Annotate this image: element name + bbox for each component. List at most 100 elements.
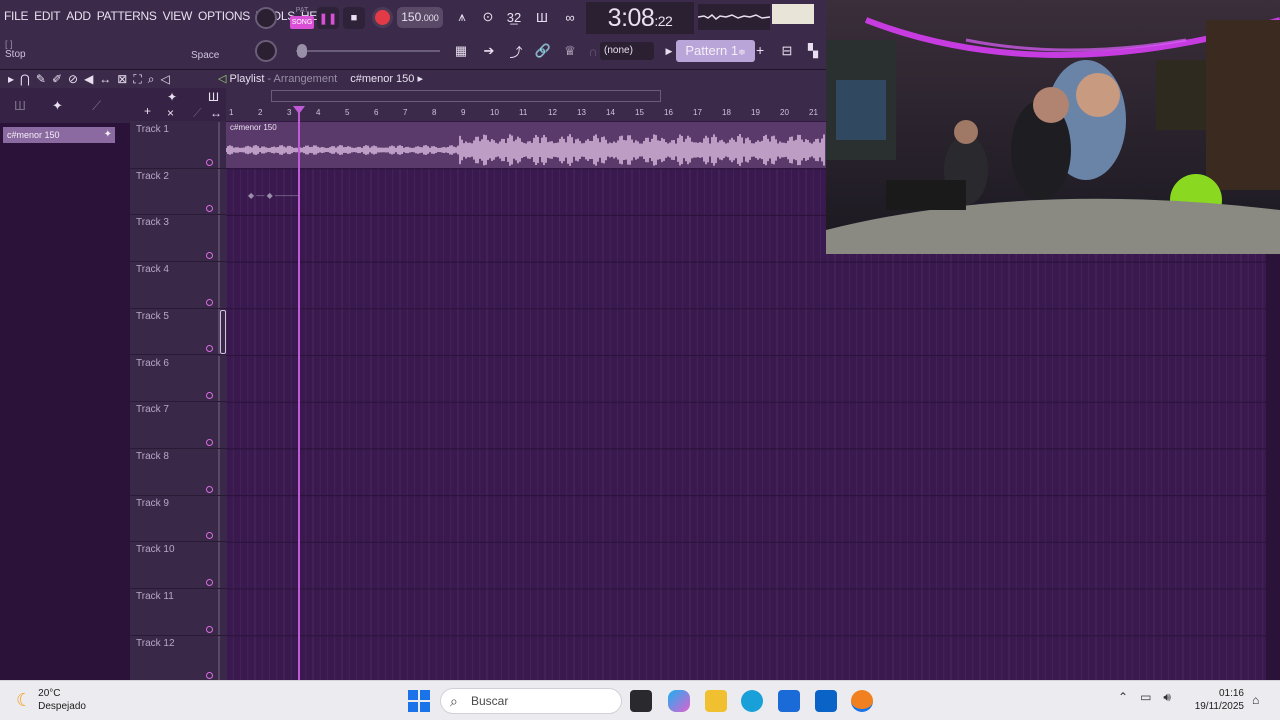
taskbar-clock[interactable]: 01:16 19/11/2025 bbox=[1188, 687, 1244, 713]
slip-icon[interactable]: ↔ bbox=[99, 72, 111, 87]
scroll-thumb[interactable] bbox=[271, 90, 661, 102]
fl-studio-icon[interactable] bbox=[851, 690, 873, 712]
store-icon[interactable] bbox=[778, 690, 800, 712]
master-pitch-knob[interactable] bbox=[255, 40, 277, 62]
volume-icon[interactable]: 🔊︎ bbox=[1163, 690, 1171, 705]
network-icon[interactable]: ▭ bbox=[1140, 690, 1151, 705]
countdown-icon[interactable]: 3̲2 bbox=[503, 6, 525, 28]
chevron-up-icon[interactable]: ⌃ bbox=[1118, 690, 1128, 705]
picker-audio-icon[interactable]: ✦ bbox=[52, 98, 63, 114]
picker-patterns-icon[interactable]: Ш bbox=[14, 98, 26, 113]
play-arrow-icon[interactable]: ▸ bbox=[8, 72, 14, 87]
slice-icon[interactable]: ⊠ bbox=[117, 72, 127, 87]
start-button[interactable] bbox=[408, 690, 430, 712]
track-mute-toggle[interactable] bbox=[206, 672, 213, 680]
track-header[interactable]: Track 1 bbox=[130, 122, 226, 169]
task-view-icon[interactable] bbox=[630, 690, 652, 712]
track-header[interactable]: Track 3 bbox=[130, 215, 226, 263]
step-edit-icon[interactable]: Ш bbox=[531, 6, 553, 28]
track-mute-toggle[interactable] bbox=[206, 578, 213, 586]
select-icon[interactable]: ⛶ bbox=[133, 72, 141, 87]
loop-record-icon[interactable]: ∞ bbox=[559, 6, 581, 28]
notification-icon[interactable]: ⌂ bbox=[1252, 693, 1259, 707]
master-pitch-slider[interactable] bbox=[297, 44, 307, 58]
track-header[interactable]: Track 7 bbox=[130, 402, 226, 449]
track-mute-toggle[interactable] bbox=[206, 252, 213, 260]
edge-icon[interactable] bbox=[741, 690, 763, 712]
link-icon[interactable]: 🔗 bbox=[532, 40, 554, 62]
menu-add[interactable]: ADD bbox=[66, 9, 91, 23]
track-header[interactable]: Track 11 bbox=[130, 589, 226, 636]
song-time-display[interactable]: 3:08:22 bbox=[586, 2, 694, 34]
playback-icon[interactable]: ◁ bbox=[161, 72, 170, 87]
vertical-scrollbar[interactable] bbox=[1266, 254, 1280, 680]
weather-widget[interactable]: ☾ 20°C Despejado bbox=[16, 687, 86, 713]
track-mute-toggle[interactable] bbox=[206, 485, 213, 493]
channel-rack-icon[interactable]: ▚ bbox=[802, 40, 824, 62]
automation-track-icon[interactable]: ⟋ bbox=[193, 106, 201, 121]
metronome-icon[interactable]: ⩚ bbox=[451, 6, 473, 28]
menu-patterns[interactable]: PATTERNS bbox=[97, 9, 157, 23]
track-mute-toggle[interactable] bbox=[206, 158, 213, 166]
menu-file[interactable]: FILE bbox=[4, 9, 28, 23]
track-header[interactable]: Track 8 bbox=[130, 448, 226, 496]
audio-clip[interactable]: c#menor 150 bbox=[226, 122, 826, 168]
track-header[interactable]: Track 12 bbox=[130, 635, 226, 683]
wait-input-icon[interactable]: ⊙ bbox=[477, 6, 499, 28]
automation-points[interactable]: ◆ — ◆ ——— bbox=[248, 191, 299, 200]
playlist-pattern[interactable]: c#menor 150 bbox=[350, 73, 414, 85]
copilot-icon[interactable] bbox=[668, 690, 690, 712]
mute-icon[interactable]: ◀ bbox=[84, 72, 93, 87]
stop-button[interactable]: ■ bbox=[343, 7, 365, 29]
track-header[interactable]: Track 6 bbox=[130, 355, 226, 403]
track-resize-handle[interactable] bbox=[220, 310, 226, 354]
add-track-icon[interactable]: + bbox=[144, 104, 151, 118]
remove-track-icon[interactable]: × bbox=[167, 106, 174, 120]
pause-button[interactable]: ❚❚ bbox=[317, 7, 339, 29]
pattern-selector[interactable]: Pattern 1≑ bbox=[676, 40, 755, 62]
pat-song-toggle[interactable]: PAT SONG bbox=[290, 5, 314, 31]
playhead-marker[interactable] bbox=[293, 106, 305, 114]
track-mute-toggle[interactable] bbox=[206, 438, 213, 446]
track-mute-toggle[interactable] bbox=[206, 345, 213, 353]
track-mute-toggle[interactable] bbox=[206, 625, 213, 633]
track-header[interactable]: Track 9 bbox=[130, 495, 226, 543]
track-width-icon[interactable]: ↔ bbox=[210, 106, 222, 120]
menu-options[interactable]: OPTIONS bbox=[198, 9, 250, 23]
master-volume-knob[interactable] bbox=[255, 7, 277, 29]
plugin-picker-icon[interactable]: ⤴ bbox=[505, 40, 527, 62]
track-patterns-icon[interactable]: Ш bbox=[208, 90, 219, 104]
track-mute-toggle[interactable] bbox=[206, 392, 213, 400]
pencil-icon[interactable]: ✎ bbox=[36, 72, 46, 87]
picker-item-clip[interactable]: c#menor 150 ✦ bbox=[3, 127, 115, 143]
horizontal-scrollbar[interactable] bbox=[226, 88, 826, 106]
track-header[interactable]: Track 5 bbox=[130, 308, 226, 356]
paint-icon[interactable]: ✐ bbox=[52, 72, 62, 87]
track-header[interactable]: Track 4 bbox=[130, 262, 226, 309]
add-pattern-icon[interactable]: + bbox=[756, 42, 764, 58]
browser-icon[interactable]: ♕ bbox=[559, 40, 581, 62]
magnet-icon[interactable]: ⋂ bbox=[20, 72, 30, 87]
mixer-icon[interactable]: ⊟ bbox=[776, 40, 798, 62]
menu-edit[interactable]: EDIT bbox=[34, 9, 60, 23]
track-mute-toggle[interactable] bbox=[206, 205, 213, 213]
track-mute-toggle[interactable] bbox=[206, 532, 213, 540]
track-header[interactable]: Track 10 bbox=[130, 542, 226, 589]
zoom-icon[interactable]: ⌕ bbox=[148, 72, 155, 87]
channel-selector[interactable]: (none) bbox=[600, 42, 654, 60]
timeline-ruler[interactable]: 1 2 3 4 5 6 7 8 9 10 11 12 13 14 15 16 17 18 19 20 21 bbox=[226, 106, 826, 121]
track-mute-toggle[interactable] bbox=[206, 298, 213, 306]
outlook-icon[interactable] bbox=[815, 690, 837, 712]
file-explorer-icon[interactable] bbox=[705, 690, 727, 712]
playhead[interactable] bbox=[298, 106, 300, 680]
piano-roll-icon[interactable]: ▦ bbox=[450, 40, 472, 62]
menu-view[interactable]: VIEW bbox=[163, 9, 193, 23]
audio-track-icon[interactable]: ✦ bbox=[167, 90, 177, 104]
track-header[interactable]: Track 2 bbox=[130, 168, 226, 216]
taskbar-search[interactable]: ⌕ Buscar bbox=[440, 688, 622, 714]
picker-automation-icon[interactable]: ⟋ bbox=[92, 98, 101, 114]
arrow-right-icon[interactable]: ➔ bbox=[478, 40, 500, 62]
delete-icon[interactable]: ⊘ bbox=[68, 72, 78, 87]
tempo-display[interactable]: 150.000 bbox=[397, 7, 443, 28]
record-button[interactable] bbox=[372, 7, 393, 28]
